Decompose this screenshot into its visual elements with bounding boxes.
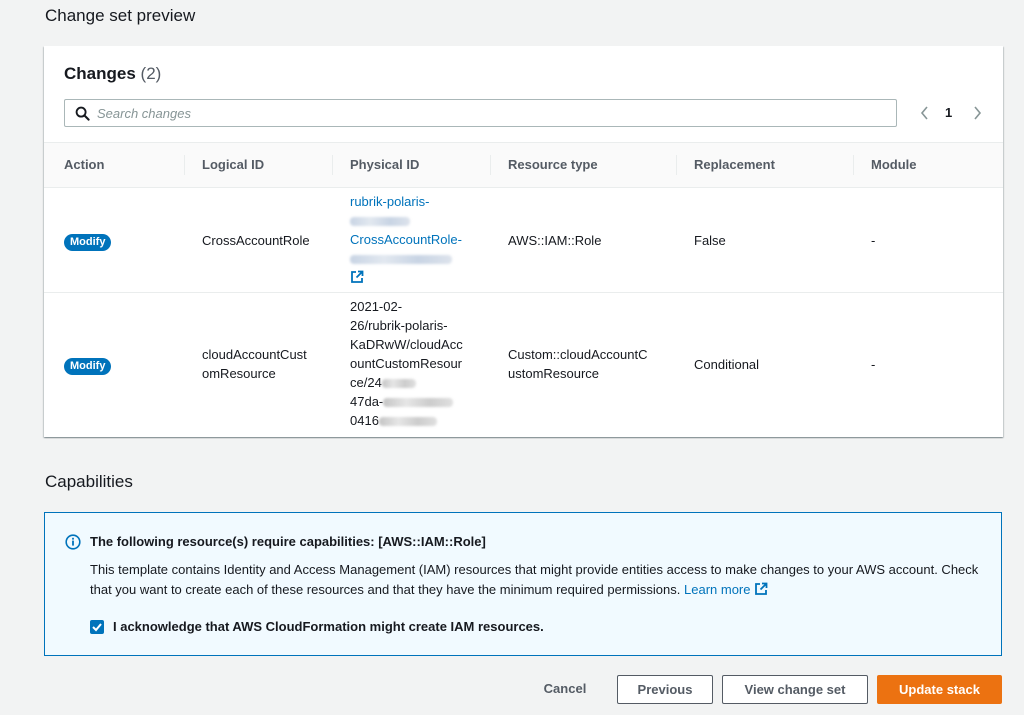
changes-count: (2) bbox=[140, 64, 162, 83]
column-header-resource-type[interactable]: Resource type bbox=[490, 143, 598, 187]
search-icon bbox=[75, 106, 90, 121]
status-badge: Modify bbox=[64, 358, 112, 375]
table-row: Modify CrossAccountRole rubrik-polaris- … bbox=[44, 188, 1003, 293]
external-link-icon[interactable] bbox=[350, 270, 364, 284]
physical-id-line: ce/24 bbox=[350, 375, 382, 390]
capabilities-body-text: This template contains Identity and Acce… bbox=[90, 562, 979, 597]
pagination: 1 bbox=[914, 102, 986, 124]
replacement-cell: Conditional bbox=[694, 357, 760, 372]
learn-more-label: Learn more bbox=[684, 582, 751, 597]
redacted-text bbox=[381, 379, 416, 389]
physical-id-cell[interactable]: rubrik-polaris- CrossAccountRole- bbox=[350, 192, 470, 289]
external-link-icon bbox=[755, 582, 768, 595]
logical-id-cell: cloudAccountCust omResource bbox=[202, 345, 307, 383]
physical-id-line: 26/rubrik-polaris- bbox=[350, 318, 448, 333]
action-cell: Modify bbox=[64, 355, 112, 375]
physical-id-cell: 2021-02- 26/rubrik-polaris- KaDRwW/cloud… bbox=[350, 297, 480, 430]
redacted-text bbox=[383, 398, 454, 408]
column-header-module[interactable]: Module bbox=[853, 143, 917, 187]
redacted-text bbox=[350, 255, 452, 265]
physical-id-line: CrossAccountRole- bbox=[350, 232, 462, 247]
column-header-replacement[interactable]: Replacement bbox=[676, 143, 775, 187]
resource-type-line: ustomResource bbox=[508, 366, 600, 381]
chevron-left-icon[interactable] bbox=[918, 104, 932, 122]
chevron-right-icon[interactable] bbox=[970, 104, 984, 122]
physical-id-line: 0416 bbox=[350, 413, 379, 428]
capabilities-title: Capabilities bbox=[45, 472, 133, 491]
capabilities-alert: The following resource(s) require capabi… bbox=[44, 512, 1002, 656]
redacted-text bbox=[378, 417, 437, 427]
change-set-preview-title: Change set preview bbox=[45, 6, 196, 25]
search-input[interactable]: Search changes bbox=[64, 99, 897, 127]
replacement-cell: False bbox=[694, 233, 726, 248]
physical-id-line: 2021-02- bbox=[350, 299, 403, 314]
redacted-text bbox=[350, 217, 410, 227]
physical-id-link[interactable]: rubrik-polaris- CrossAccountRole- bbox=[350, 194, 462, 266]
search-placeholder: Search changes bbox=[97, 106, 191, 121]
previous-button[interactable]: Previous bbox=[617, 675, 713, 704]
logical-id-cell: CrossAccountRole bbox=[202, 233, 310, 248]
resource-type-line: Custom::cloudAccountC bbox=[508, 347, 648, 362]
module-cell: - bbox=[871, 233, 876, 248]
module-cell: - bbox=[871, 357, 876, 372]
changes-panel: Changes (2) Search changes 1 Action Logi… bbox=[44, 46, 1003, 437]
physical-id-line: rubrik-polaris- bbox=[350, 194, 430, 209]
physical-id-line: KaDRwW/cloudAcc bbox=[350, 337, 463, 352]
column-header-resource-type-label: Resource type bbox=[508, 157, 598, 172]
column-header-replacement-label: Replacement bbox=[694, 157, 775, 172]
info-icon bbox=[65, 534, 81, 550]
column-header-action[interactable]: Action bbox=[64, 143, 104, 187]
view-change-set-button[interactable]: View change set bbox=[722, 675, 868, 704]
update-stack-button[interactable]: Update stack bbox=[877, 675, 1002, 704]
column-header-module-label: Module bbox=[871, 157, 917, 172]
checkmark-icon bbox=[92, 623, 102, 632]
table-row: Modify cloudAccountCust omResource 2021-… bbox=[44, 293, 1003, 437]
changes-title: Changes (2) bbox=[64, 64, 161, 84]
column-header-logical-id-label: Logical ID bbox=[202, 157, 265, 172]
acknowledge-label[interactable]: I acknowledge that AWS CloudFormation mi… bbox=[113, 619, 544, 634]
table-header: Action Logical ID Physical ID Resource t… bbox=[44, 142, 1003, 188]
physical-id-line: 47da- bbox=[350, 394, 384, 409]
cancel-button[interactable]: Cancel bbox=[528, 675, 602, 704]
acknowledge-checkbox[interactable] bbox=[90, 620, 104, 634]
physical-id-line: ountCustomResour bbox=[350, 356, 462, 371]
capabilities-heading: The following resource(s) require capabi… bbox=[90, 534, 486, 549]
changes-title-text: Changes bbox=[64, 64, 136, 83]
column-header-physical-id[interactable]: Physical ID bbox=[332, 143, 420, 187]
capabilities-body: This template contains Identity and Acce… bbox=[90, 560, 990, 600]
action-cell: Modify bbox=[64, 231, 112, 251]
logical-id-line: omResource bbox=[202, 366, 276, 381]
resource-type-cell: Custom::cloudAccountC ustomResource bbox=[508, 345, 647, 383]
logical-id-line: cloudAccountCust bbox=[202, 347, 307, 362]
learn-more-link[interactable]: Learn more bbox=[684, 582, 768, 597]
column-header-physical-id-label: Physical ID bbox=[350, 157, 420, 172]
status-badge: Modify bbox=[64, 234, 112, 251]
column-header-logical-id[interactable]: Logical ID bbox=[184, 143, 265, 187]
page-number[interactable]: 1 bbox=[945, 105, 952, 120]
resource-type-cell: AWS::IAM::Role bbox=[508, 233, 602, 248]
